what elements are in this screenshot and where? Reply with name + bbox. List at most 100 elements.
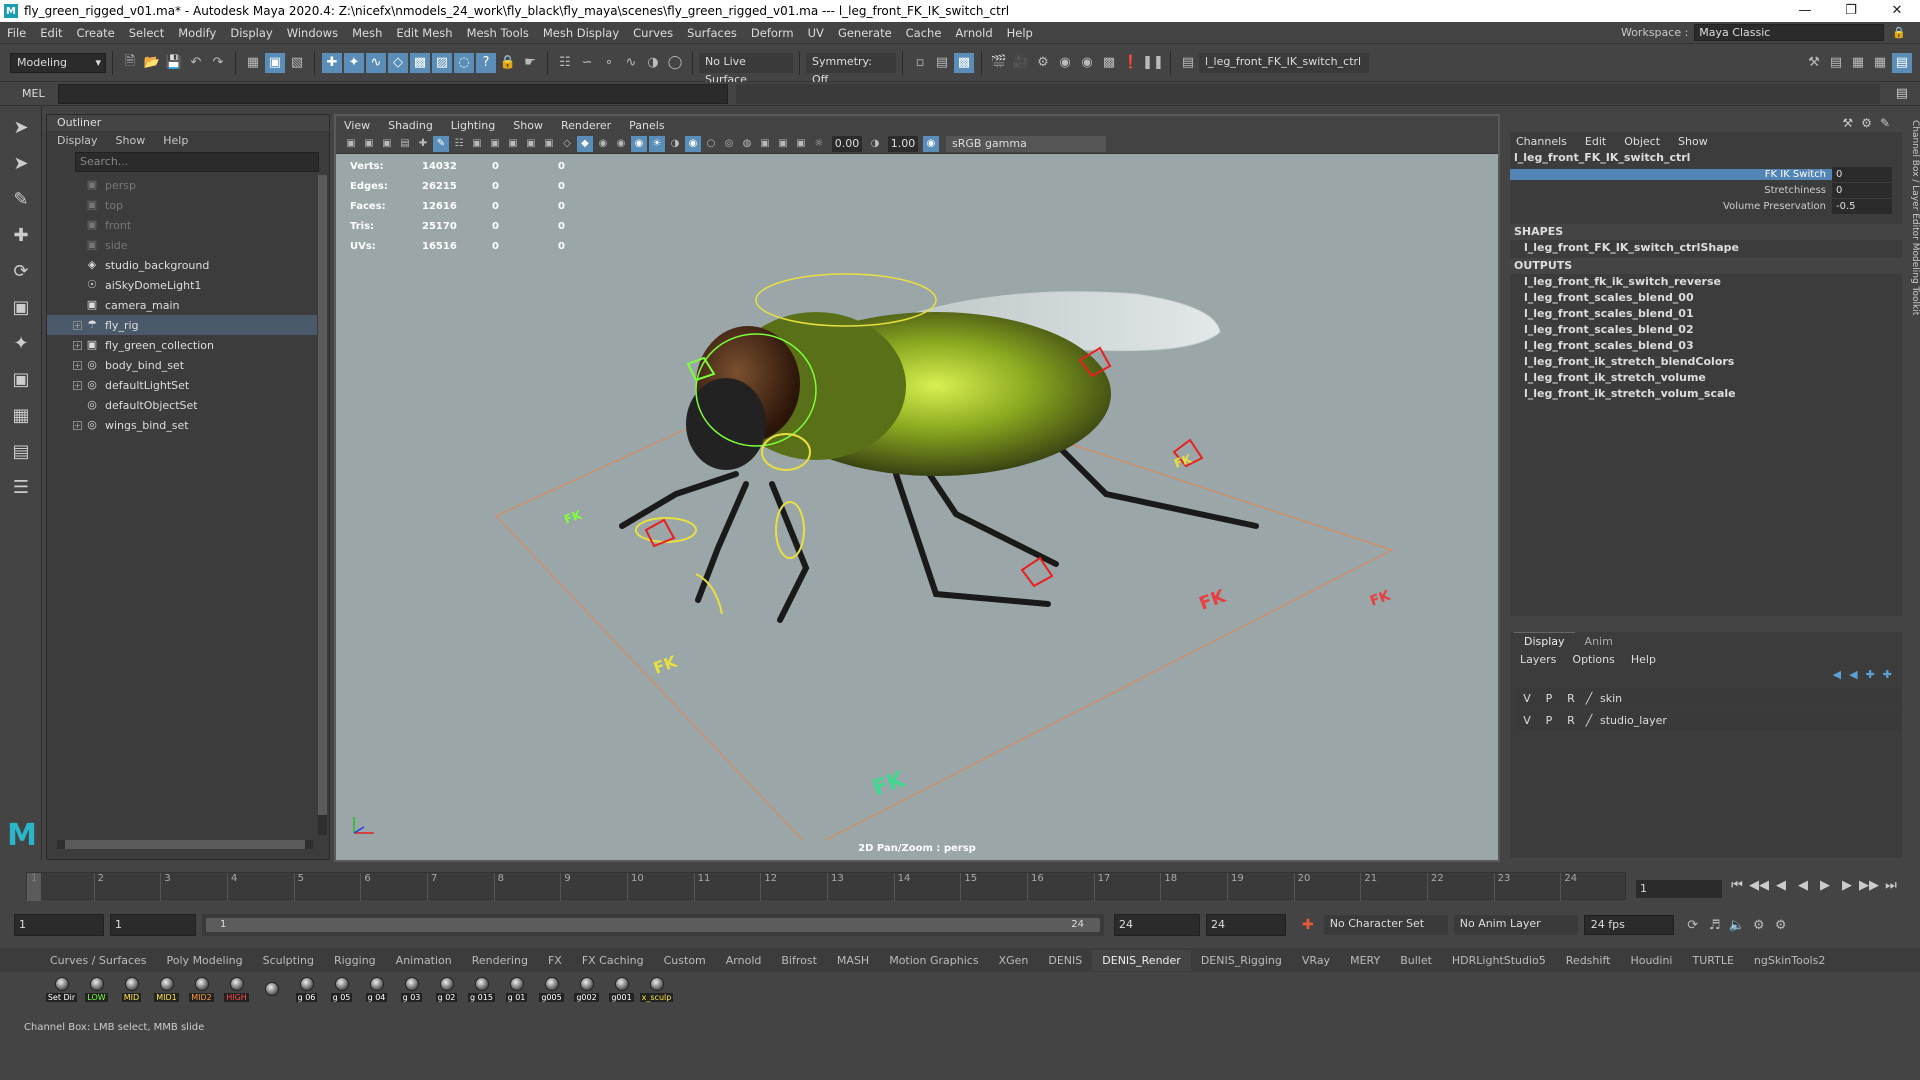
auto-key-icon[interactable]: ✚ [1302, 917, 1314, 933]
layer-row[interactable]: V P R ╱ skin [1516, 688, 1902, 708]
shelf-tab[interactable]: HDRLightStudio5 [1442, 954, 1556, 967]
shelf-tab[interactable]: Redshift [1556, 954, 1621, 967]
exposure-icon[interactable]: ☼ [811, 136, 827, 152]
mel-label[interactable]: MEL [0, 87, 58, 100]
outliner-menu-show[interactable]: Show [116, 134, 146, 147]
shelf-button[interactable]: MID [114, 972, 149, 1006]
layer-toggle-p[interactable]: P [1538, 692, 1560, 705]
tool-icon[interactable]: ❗ [1121, 53, 1141, 73]
shelf-tab[interactable]: DENIS_Rigging [1191, 954, 1292, 967]
camera-attr-icon[interactable]: ▣ [361, 136, 377, 152]
menu-mesh[interactable]: Mesh [345, 26, 389, 40]
select-object-icon[interactable]: ▣ [265, 52, 285, 73]
color-management-icon[interactable]: ◉ [923, 135, 939, 152]
arnold-ipr-icon[interactable]: ▩ [1099, 53, 1119, 73]
outliner-layout-icon[interactable]: ☰ [6, 472, 36, 502]
shelf-tab[interactable]: VRay [1292, 954, 1340, 967]
character-set-dropdown[interactable]: No Character Set [1323, 915, 1448, 935]
range-slider[interactable]: 1 24 [202, 914, 1104, 936]
current-frame-field[interactable]: 1 [1636, 880, 1722, 898]
outliner-item[interactable]: + ◎ wings_bind_set [47, 415, 317, 435]
outliner-item[interactable]: ▣ front [47, 215, 317, 235]
last-tool-icon[interactable]: ✦ [6, 328, 36, 358]
lock-icon[interactable]: 🔒 [1892, 26, 1906, 39]
snap-point-icon[interactable]: ∘ [599, 53, 619, 73]
outliner-search-input[interactable]: Search... [75, 152, 319, 172]
shelf-tab[interactable]: ngSkinTools2 [1744, 954, 1835, 967]
gamma-field[interactable]: 1.00 [888, 135, 918, 152]
tab-anim[interactable]: Anim [1575, 633, 1623, 650]
move-tool-icon[interactable]: ✚ [6, 220, 36, 250]
layer-menu-options[interactable]: Options [1572, 653, 1614, 666]
shelf-tab[interactable]: DENIS [1038, 954, 1092, 967]
menu-create[interactable]: Create [70, 26, 122, 40]
mask-misc-icon[interactable]: ? [476, 52, 496, 73]
playhead[interactable] [27, 873, 41, 901]
vp-menu-shading[interactable]: Shading [388, 119, 433, 132]
shelf-button[interactable]: x_sculp [639, 972, 674, 1006]
shelf-tab[interactable]: MASH [827, 954, 879, 967]
shelf-tab[interactable]: DENIS_Render [1092, 949, 1191, 971]
vp-menu-renderer[interactable]: Renderer [561, 119, 611, 132]
menu-windows[interactable]: Windows [280, 26, 345, 40]
shelf-tab[interactable]: FX Caching [572, 954, 654, 967]
shelf-tab[interactable]: Curves / Surfaces [40, 954, 157, 967]
layer-move-down-icon[interactable]: ◀ [1849, 668, 1857, 688]
cb-attr-row[interactable]: FK IK Switch 0 [1510, 166, 1902, 182]
expand-icon[interactable]: + [73, 340, 82, 350]
outliner-item[interactable]: ◎ defaultObjectSet [47, 395, 317, 415]
layer-toggle-v[interactable]: V [1516, 692, 1538, 705]
symmetry-dropdown[interactable]: Symmetry: Off [806, 52, 896, 86]
cb-output-item[interactable]: l_leg_front_ik_stretch_blendColors [1510, 354, 1902, 370]
snap-surface-icon[interactable]: ◑ [643, 53, 663, 73]
layer-name[interactable]: skin [1596, 692, 1622, 705]
layer-editor-icon[interactable]: ▤ [1892, 52, 1912, 73]
persp-outliner-icon[interactable]: ▤ [6, 436, 36, 466]
cb-modeling-icon[interactable]: ✎ [1880, 116, 1890, 130]
range-slider-handle[interactable]: 1 24 [206, 918, 1100, 932]
grease-pencil-icon[interactable]: ✎ [433, 135, 449, 152]
mask-handles-icon[interactable]: ✚ [322, 52, 342, 73]
ambient-occlusion-icon[interactable]: ◉ [685, 135, 701, 152]
cb-output-item[interactable]: l_leg_front_ik_stretch_volume [1510, 370, 1902, 386]
four-view-icon[interactable]: ▦ [6, 400, 36, 430]
audio-icon[interactable]: 🔈 [1727, 915, 1747, 935]
shelf-button[interactable]: g002 [569, 972, 604, 1006]
outliner-menu-help[interactable]: Help [163, 134, 188, 147]
menu-edit-mesh[interactable]: Edit Mesh [389, 26, 459, 40]
menu-uv[interactable]: UV [801, 26, 831, 40]
shelf-tab[interactable]: Houdini [1620, 954, 1682, 967]
default-material-icon[interactable]: ◉ [595, 136, 611, 152]
cb-menu-object[interactable]: Object [1624, 135, 1660, 148]
ipr-icon[interactable]: ▩ [954, 52, 974, 73]
shelf-tab[interactable]: Rigging [324, 954, 386, 967]
pause-icon[interactable]: ❚❚ [1142, 53, 1164, 73]
menu-surfaces[interactable]: Surfaces [680, 26, 744, 40]
mode-dropdown[interactable]: Modeling ▾ [10, 52, 106, 73]
scene-end-field[interactable]: 24 [1206, 914, 1286, 936]
save-scene-icon[interactable]: 💾 [164, 53, 184, 73]
layer-color-icon[interactable]: ╱ [1582, 692, 1596, 705]
select-by-name-icon[interactable]: ▤ [1178, 53, 1198, 73]
menu-arnold[interactable]: Arnold [948, 26, 999, 40]
script-editor-icon[interactable]: ▤ [1896, 86, 1908, 101]
shelf-tab[interactable]: Bifrost [771, 954, 827, 967]
outliner-menu-display[interactable]: Display [57, 134, 98, 147]
lasso-tool-icon[interactable]: ➤ [6, 148, 36, 178]
key-prefs-icon[interactable]: ⚙ [1771, 915, 1791, 935]
bookmark-icon[interactable]: ▣ [379, 136, 395, 152]
cb-attr-value[interactable]: 0 [1832, 182, 1892, 198]
arnold-render-icon[interactable]: ◉ [1077, 53, 1097, 73]
play-back-icon[interactable]: ◀ [1792, 878, 1814, 893]
layer-name[interactable]: studio_layer [1596, 714, 1667, 727]
menu-select[interactable]: Select [122, 26, 171, 40]
shelf-button[interactable]: MID1 [149, 972, 184, 1006]
shelf-button[interactable] [254, 972, 289, 1006]
layer-row[interactable]: V P R ╱ studio_layer [1516, 710, 1902, 730]
scale-tool-icon[interactable]: ▣ [6, 292, 36, 322]
outliner-hscroll[interactable] [57, 840, 313, 849]
step-back-key-icon[interactable]: ◀◀ [1748, 878, 1770, 893]
animation-prefs-icon[interactable]: ⚙ [1749, 915, 1769, 935]
colorspace-dropdown[interactable]: sRGB gamma [946, 135, 1106, 152]
cb-output-item[interactable]: l_leg_front_scales_blend_00 [1510, 290, 1902, 306]
